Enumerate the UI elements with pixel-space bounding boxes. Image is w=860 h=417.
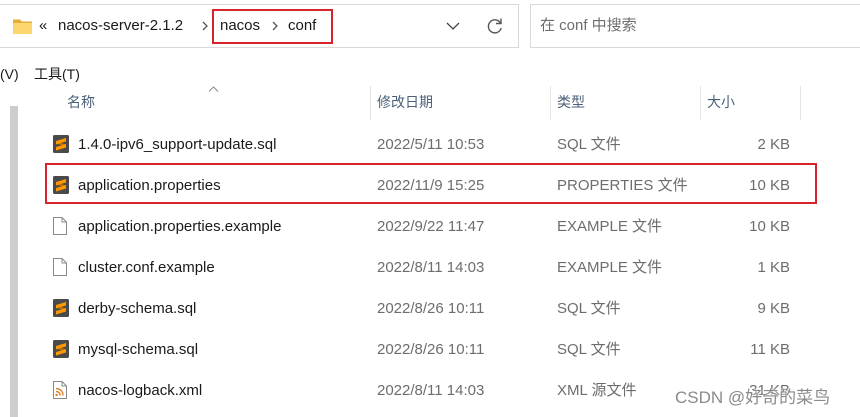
sublime-file-icon — [53, 135, 69, 153]
file-size: 10 KB — [749, 218, 790, 235]
file-name: application.properties.example — [78, 218, 282, 235]
file-name: mysql-schema.sql — [78, 341, 199, 358]
file-name: 1.4.0-ipv6_support-update.sql — [78, 136, 277, 153]
file-row[interactable]: mysql-schema.sql 2022/8/26 10:11 SQL 文件 11 … — [0, 329, 820, 370]
file-modified: 2022/8/26 10:11 — [377, 300, 485, 317]
file-name: derby-schema.sql — [78, 300, 197, 317]
file-size: 2 KB — [757, 136, 790, 153]
file-name: cluster.conf.example — [78, 259, 215, 276]
file-size: 9 KB — [757, 300, 790, 317]
file-type: SQL 文件 — [557, 300, 621, 317]
file-modified: 2022/8/11 14:03 — [377, 259, 485, 276]
xml-file-icon — [53, 381, 67, 399]
blank-file-icon — [53, 217, 67, 235]
file-size: 11 KB — [750, 341, 790, 358]
file-row[interactable]: cluster.conf.example 2022/8/11 14:03 EXAMP… — [0, 247, 820, 288]
file-modified: 2022/5/11 10:53 — [377, 136, 485, 153]
blank-file-icon — [53, 258, 67, 276]
file-type: EXAMPLE 文件 — [557, 259, 663, 276]
file-type: SQL 文件 — [557, 136, 621, 153]
file-modified: 2022/8/11 14:03 — [377, 382, 485, 399]
sublime-file-icon — [53, 340, 69, 358]
file-modified: 2022/8/26 10:11 — [377, 341, 485, 358]
file-modified: 2022/9/22 11:47 — [377, 218, 485, 235]
file-list: 1.4.0-ipv6_support-update.sql 2022/5/11 1… — [0, 0, 860, 417]
file-type: EXAMPLE 文件 — [557, 218, 663, 235]
file-row[interactable]: derby-schema.sql 2022/8/26 10:11 SQL 文件 9 K… — [0, 288, 820, 329]
annotation-box — [45, 163, 817, 204]
file-type: XML 源文件 — [557, 382, 637, 399]
file-name: nacos-logback.xml — [78, 382, 203, 399]
file-row[interactable]: 1.4.0-ipv6_support-update.sql 2022/5/11 1… — [0, 124, 820, 165]
watermark: CSDN @好奇的菜鸟 — [675, 388, 831, 407]
file-type: SQL 文件 — [557, 341, 621, 358]
file-size: 1 KB — [757, 259, 790, 276]
sublime-file-icon — [53, 299, 69, 317]
file-row[interactable]: application.properties.example 2022/9/22 … — [0, 206, 820, 247]
